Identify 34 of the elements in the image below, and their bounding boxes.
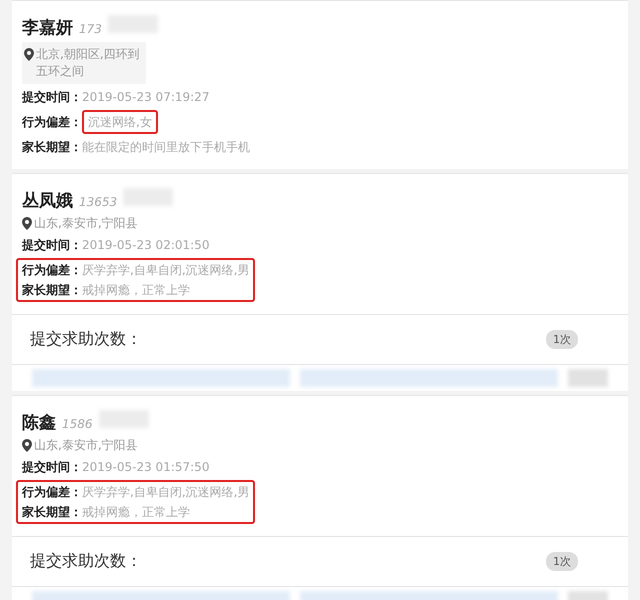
location-pin-icon bbox=[24, 48, 34, 61]
phone-number: 13653 bbox=[79, 195, 118, 209]
field-label: 家长期望： bbox=[22, 504, 82, 521]
field-value: 沉迷网络,女 bbox=[82, 110, 158, 134]
person-name: 李嘉妍 bbox=[22, 17, 73, 39]
person-name: 丛凤娥 bbox=[22, 190, 73, 212]
field-label: 提交时间： bbox=[22, 89, 82, 106]
phone-number: 1586 bbox=[62, 417, 93, 431]
field-value: 能在限定的时间里放下手机手机 bbox=[82, 139, 250, 156]
person-name: 陈鑫 bbox=[22, 412, 56, 434]
location-pin-icon bbox=[22, 217, 32, 230]
field-value: 2019-05-23 02:01:50 bbox=[82, 237, 210, 254]
field-label: 行为偏差： bbox=[22, 262, 82, 279]
phone-number: 173 bbox=[79, 22, 102, 36]
address: 山东,泰安市,宁阳县 bbox=[22, 437, 138, 454]
field-value: 2019-05-23 07:19:27 bbox=[82, 89, 210, 106]
address: 北京,朝阳区,四环到五环之间 bbox=[22, 42, 146, 84]
field-label: 家长期望： bbox=[22, 282, 82, 299]
field-label: 提交时间： bbox=[22, 459, 82, 476]
field-label: 行为偏差： bbox=[22, 114, 82, 131]
count-badge: 1次 bbox=[546, 552, 578, 571]
field-label: 提交时间： bbox=[22, 237, 82, 254]
field-value: 戒掉网瘾，正常上学 bbox=[82, 282, 190, 299]
count-label: 提交求助次数： bbox=[30, 551, 142, 572]
field-value: 2019-05-23 01:57:50 bbox=[82, 459, 210, 476]
field-value: 厌学弃学,自卑自闭,沉迷网络,男 bbox=[82, 484, 250, 501]
field-label: 家长期望： bbox=[22, 139, 82, 156]
field-value: 厌学弃学,自卑自闭,沉迷网络,男 bbox=[82, 262, 250, 279]
field-value: 戒掉网瘾，正常上学 bbox=[82, 504, 190, 521]
count-label: 提交求助次数： bbox=[30, 329, 142, 350]
address: 山东,泰安市,宁阳县 bbox=[22, 215, 138, 232]
location-pin-icon bbox=[22, 439, 32, 452]
field-label: 行为偏差： bbox=[22, 484, 82, 501]
count-badge: 1次 bbox=[546, 330, 578, 349]
